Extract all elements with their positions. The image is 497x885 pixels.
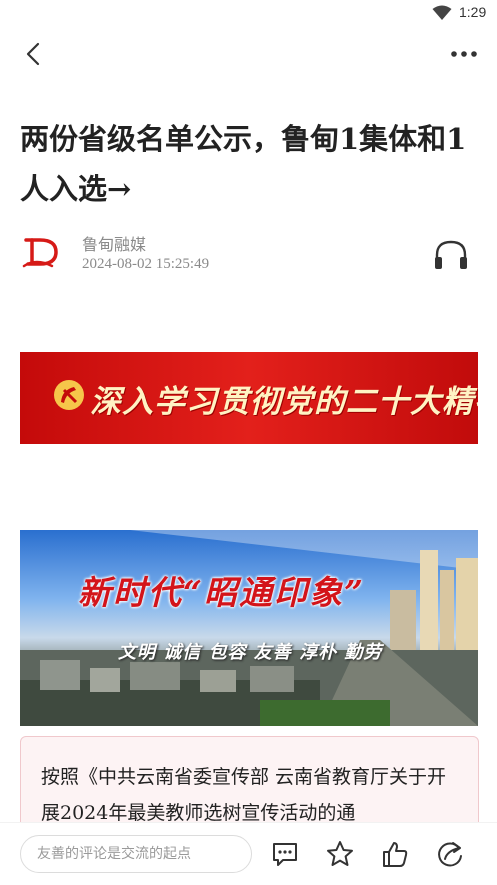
article-body-text: 按照《中共云南省委宣传部 云南省教育厅关于开展2024年最美教师选树宣传活动的通 bbox=[41, 766, 447, 824]
share-icon bbox=[438, 842, 462, 867]
headphones-icon bbox=[435, 240, 467, 269]
nav-bar bbox=[0, 30, 497, 78]
city-headline: 新时代“昭通印象” bbox=[78, 573, 365, 612]
party-slogan-banner: 深入学习贯彻党的二十大精神 bbox=[20, 352, 478, 444]
more-button[interactable] bbox=[446, 38, 482, 70]
status-time: 1:29 bbox=[459, 4, 487, 20]
share-button[interactable] bbox=[435, 839, 465, 869]
party-emblem-icon bbox=[54, 380, 84, 410]
city-image-banner: 新时代“昭通印象” 文明 诚信 包容 友善 淳朴 勤劳 bbox=[20, 530, 478, 726]
city-skyline-graphic bbox=[20, 530, 478, 726]
thumbs-up-icon bbox=[383, 842, 408, 867]
publish-time: 2024-08-02 15:25:49 bbox=[82, 256, 210, 272]
comment-icon bbox=[273, 843, 297, 866]
like-button[interactable] bbox=[380, 839, 410, 869]
party-slogan-text: 深入学习贯彻党的二十大精神 bbox=[90, 384, 478, 420]
source-name[interactable]: 鲁甸融媒 bbox=[82, 231, 146, 255]
favorite-button[interactable] bbox=[325, 839, 355, 869]
status-bar: 1:29 bbox=[0, 0, 497, 28]
back-arrow-icon bbox=[26, 42, 40, 66]
wifi-icon bbox=[432, 5, 452, 25]
city-values: 文明 诚信 包容 友善 淳朴 勤劳 bbox=[118, 642, 383, 663]
article-title: 两份省级名单公示，鲁甸1集体和1人入选→ bbox=[20, 122, 467, 206]
more-dots-icon bbox=[451, 51, 477, 57]
bottom-action-bar: 友善的评论是交流的起点 bbox=[0, 822, 497, 885]
star-icon bbox=[327, 841, 353, 866]
comment-button[interactable] bbox=[270, 839, 300, 869]
source-logo[interactable] bbox=[22, 232, 62, 272]
back-button[interactable] bbox=[18, 38, 50, 70]
listen-button[interactable] bbox=[432, 238, 470, 272]
comment-input[interactable]: 友善的评论是交流的起点 bbox=[20, 835, 252, 873]
